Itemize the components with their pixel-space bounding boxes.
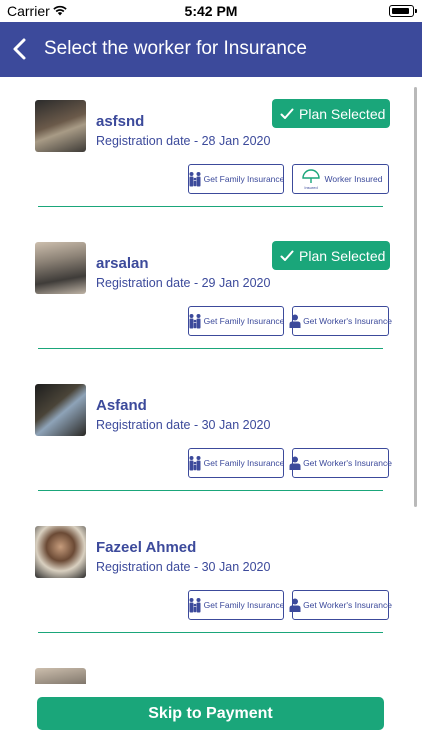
page-title: Select the worker for Insurance bbox=[44, 38, 307, 59]
family-icon bbox=[189, 314, 201, 329]
family-icon bbox=[189, 172, 201, 187]
person-icon bbox=[289, 314, 301, 328]
registration-date: Registration date - 30 Jan 2020 bbox=[96, 560, 271, 574]
worker-card[interactable]: arsalan Registration date - 29 Jan 2020 … bbox=[0, 219, 422, 361]
family-icon bbox=[189, 598, 201, 613]
worker-insurance-label: Worker Insured bbox=[324, 174, 383, 184]
family-insurance-label: Get Family Insurance bbox=[203, 600, 285, 610]
worker-name: Asfand bbox=[96, 397, 147, 414]
avatar bbox=[35, 668, 86, 684]
divider bbox=[38, 632, 383, 633]
worker-name: Fazeel Ahmed bbox=[96, 539, 197, 556]
person-icon bbox=[289, 456, 301, 470]
worker-name: arsalan bbox=[96, 255, 149, 272]
checkmark-icon bbox=[280, 108, 294, 119]
plan-selected-badge[interactable]: Plan Selected bbox=[272, 99, 390, 128]
worker-card[interactable]: asfsnd Registration date - 28 Jan 2020 P… bbox=[0, 77, 422, 219]
avatar bbox=[35, 242, 86, 294]
status-bar: Carrier 5:42 PM bbox=[0, 0, 422, 22]
avatar bbox=[35, 526, 86, 578]
worker-insurance-button[interactable]: Get Worker's Insurance bbox=[289, 590, 392, 620]
battery-icon bbox=[389, 5, 417, 17]
family-insurance-label: Get Family Insurance bbox=[203, 458, 285, 468]
family-insurance-label: Get Family Insurance bbox=[203, 174, 285, 184]
registration-date: Registration date - 28 Jan 2020 bbox=[96, 134, 271, 148]
back-arrow-icon[interactable] bbox=[10, 36, 30, 62]
divider bbox=[38, 206, 383, 207]
worker-card[interactable]: Asfand Registration date - 30 Jan 2020 G… bbox=[0, 361, 422, 503]
worker-insurance-button[interactable]: Insured Worker Insured bbox=[292, 164, 389, 194]
family-icon bbox=[189, 456, 201, 471]
plan-selected-badge[interactable]: Plan Selected bbox=[272, 241, 390, 270]
worker-insurance-label: Get Worker's Insurance bbox=[303, 316, 392, 326]
family-insurance-label: Get Family Insurance bbox=[203, 316, 285, 326]
avatar bbox=[35, 100, 86, 152]
divider bbox=[38, 348, 383, 349]
skip-to-payment-button[interactable]: Skip to Payment bbox=[37, 697, 384, 730]
worker-insurance-label: Get Worker's Insurance bbox=[303, 458, 392, 468]
get-family-insurance-button[interactable]: Get Family Insurance bbox=[188, 590, 284, 620]
get-family-insurance-button[interactable]: Get Family Insurance bbox=[188, 448, 284, 478]
plan-selected-label: Plan Selected bbox=[299, 247, 386, 264]
worker-name: asfsnd bbox=[96, 113, 145, 130]
divider bbox=[38, 490, 383, 491]
registration-date: Registration date - 29 Jan 2020 bbox=[96, 276, 271, 290]
person-icon bbox=[289, 598, 301, 612]
get-family-insurance-button[interactable]: Get Family Insurance bbox=[188, 164, 284, 194]
umbrella-icon: Insured bbox=[301, 169, 320, 190]
clock: 5:42 PM bbox=[184, 3, 238, 19]
get-family-insurance-button[interactable]: Get Family Insurance bbox=[188, 306, 284, 336]
worker-list[interactable]: asfsnd Registration date - 28 Jan 2020 P… bbox=[0, 77, 422, 684]
registration-date: Registration date - 30 Jan 2020 bbox=[96, 418, 271, 432]
navigation-bar: Select the worker for Insurance bbox=[0, 22, 422, 77]
worker-insurance-button[interactable]: Get Worker's Insurance bbox=[289, 448, 392, 478]
checkmark-icon bbox=[280, 250, 294, 261]
avatar bbox=[35, 384, 86, 436]
worker-card[interactable]: Fazeel Ahmed Registration date - 30 Jan … bbox=[0, 503, 422, 645]
worker-insurance-button[interactable]: Get Worker's Insurance bbox=[289, 306, 392, 336]
plan-selected-label: Plan Selected bbox=[299, 105, 386, 122]
worker-insurance-label: Get Worker's Insurance bbox=[303, 600, 392, 610]
worker-insured-caption: Insured bbox=[304, 185, 317, 190]
